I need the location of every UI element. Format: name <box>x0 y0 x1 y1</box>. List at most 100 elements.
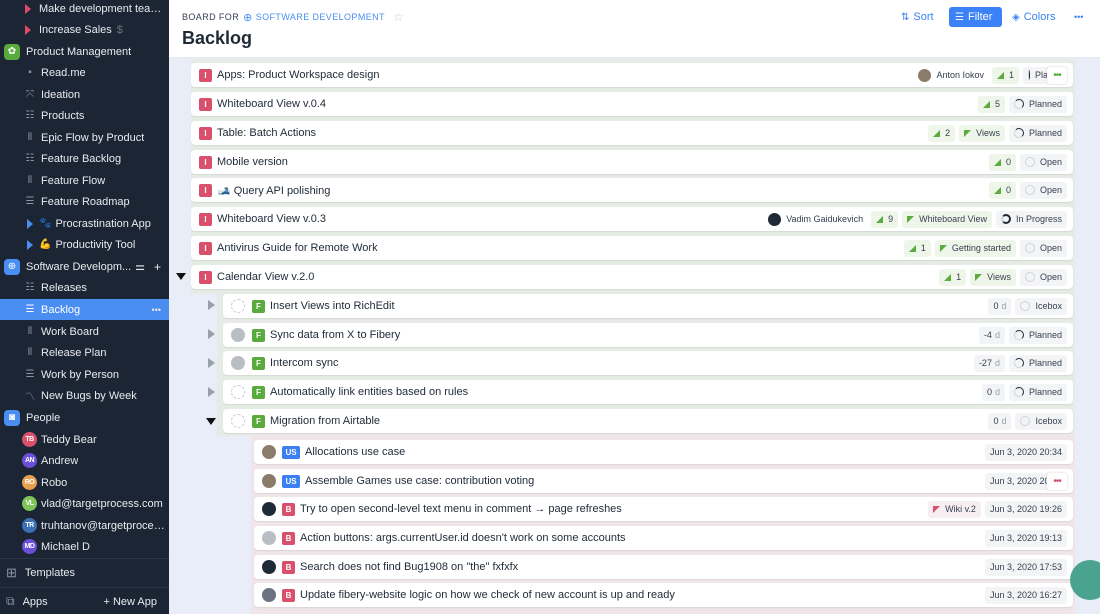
release-chip[interactable]: Getting started <box>934 239 1016 257</box>
paint-bucket-icon: ◈ <box>1012 11 1020 23</box>
epic-card[interactable]: I Antivirus Guide for Remote Work 1 Gett… <box>191 236 1073 260</box>
epic-card[interactable]: I 🎿 Query API polishing 0 Open <box>191 178 1073 202</box>
epic-card[interactable]: I Table: Batch Actions 2 Views Planned <box>191 121 1073 145</box>
sidebar-item-releases[interactable]: ☷ Releases <box>0 277 169 298</box>
sidebar-person[interactable]: RO Robo <box>0 472 169 493</box>
sidebar-item-procrastination-app[interactable]: 🐾 Procrastination App <box>0 213 169 234</box>
epic-card[interactable]: I Calendar View v.2.0 1 Views Open <box>191 265 1073 289</box>
collapse-toggle[interactable] <box>206 418 216 425</box>
status-chip[interactable]: Planned <box>1008 124 1067 142</box>
sidebar-item-product-management[interactable]: ✿ Product Management <box>0 41 169 62</box>
user-story-badge: US <box>282 445 300 459</box>
table-icon: ☷ <box>25 110 35 121</box>
new-app-button[interactable]: + New App <box>103 596 157 608</box>
status-chip[interactable]: Planned <box>1008 383 1067 401</box>
star-icon[interactable]: ☆ <box>393 10 404 24</box>
collapse-toggle[interactable] <box>176 273 186 280</box>
status-icebox-icon <box>1020 301 1031 311</box>
sidebar-item-new-bugs-by-week[interactable]: 〽 New Bugs by Week <box>0 385 169 406</box>
sidebar-item-work-board[interactable]: ⦀ Work Board <box>0 321 169 342</box>
feature-card[interactable]: F Automatically link entities based on r… <box>223 380 1073 404</box>
sidebar-item-epic-flow[interactable]: ⦀ Epic Flow by Product <box>0 127 169 148</box>
goal-triangle-icon <box>25 24 31 35</box>
apps-button[interactable]: Apps <box>23 596 48 608</box>
release-chip[interactable]: Whiteboard View <box>902 210 992 228</box>
sidebar-item-feature-flow[interactable]: ⦀ Feature Flow <box>0 170 169 191</box>
feature-card[interactable]: F Sync data from X to Fibery -4 d Planned <box>223 323 1073 347</box>
templates-button[interactable]: ⊞ Templates <box>0 558 169 586</box>
bug-card[interactable]: B Search does not find Bug1908 on "the" … <box>254 555 1073 579</box>
sidebar-item-products[interactable]: ☷ Products <box>0 105 169 126</box>
feature-card[interactable]: F Intercom sync -27 d Planned <box>223 351 1073 375</box>
more-button[interactable]: ••• <box>1068 7 1089 27</box>
sidebar-person[interactable]: AN Andrew <box>0 450 169 471</box>
empty-avatar-icon[interactable] <box>231 385 245 399</box>
status-chip[interactable]: Planned <box>1008 354 1067 372</box>
sidebar-item-people[interactable]: ◙ People <box>0 407 169 428</box>
sidebar-item-readme[interactable]: ▪ Read.me <box>0 62 169 83</box>
epic-card[interactable]: I Whiteboard View v.0.4 5 Planned <box>191 92 1073 116</box>
feature-badge: F <box>252 414 265 428</box>
status-chip[interactable]: Icebox <box>1015 412 1067 430</box>
apps-icon: ⧉ <box>6 594 15 608</box>
sidebar-item-release-plan[interactable]: ⦀ Release Plan <box>0 342 169 363</box>
bug-card[interactable]: B Action buttons: args.currentUser.id do… <box>254 526 1073 550</box>
status-chip[interactable]: Open <box>1019 181 1067 199</box>
expand-toggle[interactable] <box>208 329 215 339</box>
sidebar-person[interactable]: TB Teddy Bear <box>0 429 169 450</box>
status-chip[interactable]: Open <box>1019 153 1067 171</box>
release-flag-icon <box>964 129 972 137</box>
expand-triangle-icon[interactable] <box>27 239 33 250</box>
bug-card[interactable]: B Try to open second-level text menu in … <box>254 497 1073 521</box>
status-open-icon <box>1024 185 1035 195</box>
expand-triangle-icon[interactable] <box>27 218 33 229</box>
settings-sliders-icon[interactable]: ⚌ <box>135 260 145 273</box>
sidebar-person[interactable]: MD Michael D <box>0 536 169 557</box>
status-open-icon <box>1024 243 1035 253</box>
add-icon[interactable]: + <box>154 260 161 274</box>
progress-icon <box>982 100 990 108</box>
card-more-button[interactable]: ••• <box>1047 66 1067 84</box>
status-chip[interactable]: Open <box>1019 239 1067 257</box>
sort-button[interactable]: ⇅ Sort <box>895 7 940 27</box>
status-chip[interactable]: Open <box>1019 268 1067 286</box>
release-chip[interactable]: Wiki v.2 <box>928 500 981 518</box>
status-chip[interactable]: In Progress <box>995 210 1067 228</box>
sidebar-item-backlog[interactable]: ☰ Backlog ••• <box>0 299 169 320</box>
release-chip[interactable]: Views <box>959 124 1005 142</box>
empty-avatar-icon[interactable] <box>231 414 245 428</box>
story-card[interactable]: US Assemble Games use case: contribution… <box>254 469 1073 493</box>
status-chip[interactable]: Icebox <box>1015 297 1067 315</box>
bug-card[interactable]: B Update fibery-website logic on how we … <box>254 583 1073 607</box>
feature-card[interactable]: F Insert Views into RichEdit 0d Icebox <box>223 294 1073 318</box>
feature-card[interactable]: F Migration from Airtable 0d Icebox <box>223 409 1073 433</box>
sidebar-item-increase-sales[interactable]: Increase Sales $ <box>0 19 169 40</box>
feature-badge: F <box>252 328 265 342</box>
filter-button[interactable]: ☰ Filter <box>949 7 1002 27</box>
sidebar-item-productivity-tool[interactable]: 💪 Productivity Tool <box>0 234 169 255</box>
sidebar-person[interactable]: TR truhtanov@targetprocess... <box>0 515 169 536</box>
status-chip[interactable]: Planned <box>1008 326 1067 344</box>
empty-avatar-icon[interactable] <box>231 299 245 313</box>
sidebar-item-feature-roadmap[interactable]: ☰ Feature Roadmap <box>0 191 169 212</box>
expand-toggle[interactable] <box>208 387 215 397</box>
sidebar-item-ideation[interactable]: ⤧ Ideation <box>0 84 169 105</box>
expand-toggle[interactable] <box>208 358 215 368</box>
status-chip[interactable]: Planned <box>1008 95 1067 113</box>
sidebar-item-work-by-person[interactable]: ☰ Work by Person <box>0 364 169 385</box>
sidebar-item-software-development[interactable]: ⊕ Software Developm... ⚌ + <box>0 256 169 277</box>
sidebar-item-make-development-team[interactable]: Make development team ... <box>0 0 169 19</box>
colors-button[interactable]: ◈ Colors <box>1006 7 1062 27</box>
progress-icon <box>993 186 1001 194</box>
epic-card[interactable]: I Mobile version 0 Open <box>191 150 1073 174</box>
expand-toggle[interactable] <box>208 300 215 310</box>
story-card[interactable]: US Allocations use case Jun 3, 2020 20:3… <box>254 440 1073 464</box>
sidebar-item-feature-backlog[interactable]: ☷ Feature Backlog <box>0 148 169 169</box>
epic-card[interactable]: I Apps: Product Workspace design Anton I… <box>191 63 1073 87</box>
epic-card[interactable]: I Whiteboard View v.0.3 Vadim Gaidukevic… <box>191 207 1073 231</box>
more-icon[interactable]: ••• <box>152 305 161 315</box>
space-link[interactable]: SOFTWARE DEVELOPMENT <box>256 12 385 22</box>
release-chip[interactable]: Views <box>970 268 1016 286</box>
card-more-button[interactable]: ••• <box>1047 472 1067 490</box>
sidebar-person[interactable]: VL vlad@targetprocess.com <box>0 493 169 514</box>
